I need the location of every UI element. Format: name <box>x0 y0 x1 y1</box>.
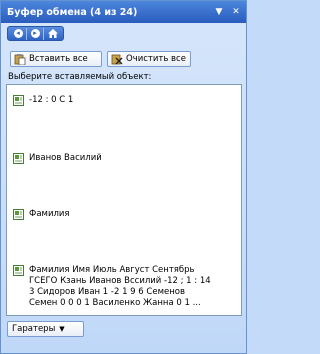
clipboard-task-pane: Буфер обмена (4 из 24) ▼ ✕ ◂ ▸ Вставить … <box>0 0 247 354</box>
home-icon <box>47 29 58 38</box>
clear-all-button[interactable]: Очистить все <box>107 51 191 67</box>
clipboard-items-list: -12 : 0 С 1 Иванов Василий Фамилия Фамил… <box>6 84 242 316</box>
paste-icon <box>14 53 26 65</box>
word-document-icon <box>13 209 24 220</box>
task-pane-navigation: ◂ ▸ <box>7 26 64 41</box>
home-button[interactable] <box>44 28 61 40</box>
clipboard-item-text: Иванов Василий <box>29 153 102 163</box>
options-dropdown-button[interactable]: Гаратеры ▼ <box>7 321 84 337</box>
paste-prompt: Выберите вставляемый объект: <box>8 72 152 82</box>
word-document-icon <box>13 265 24 276</box>
clear-clipboard-icon <box>111 54 123 64</box>
dropdown-arrow-icon[interactable]: ▼ <box>212 5 226 19</box>
word-document-icon <box>13 153 24 164</box>
options-label: Гаратеры <box>12 324 56 334</box>
task-pane-title-bar: Буфер обмена (4 из 24) ▼ ✕ <box>1 1 246 23</box>
chevron-down-icon: ▼ <box>59 325 65 333</box>
clipboard-item[interactable]: Фамилия Имя Июль Август Сентябрь ГСЕГО К… <box>13 265 236 309</box>
paste-all-label: Вставить все <box>29 54 88 64</box>
word-document-icon <box>13 95 24 106</box>
clipboard-item[interactable]: Иванов Василий <box>13 153 102 164</box>
forward-arrow-icon: ▸ <box>30 29 40 38</box>
clipboard-item-text: Фамилия <box>29 209 70 219</box>
paste-all-button[interactable]: Вставить все <box>10 51 102 67</box>
task-pane-title: Буфер обмена (4 из 24) <box>7 6 138 18</box>
clipboard-item[interactable]: Фамилия <box>13 209 70 220</box>
close-icon[interactable]: ✕ <box>229 5 243 19</box>
back-button[interactable]: ◂ <box>10 27 27 40</box>
clipboard-item-text: Фамилия Имя Июль Август Сентябрь ГСЕГО К… <box>29 265 211 308</box>
clipboard-item-text: -12 : 0 С 1 <box>29 95 74 105</box>
clear-all-label: Очистить все <box>126 54 186 64</box>
clipboard-item[interactable]: -12 : 0 С 1 <box>13 95 73 106</box>
back-arrow-icon: ◂ <box>13 29 23 38</box>
forward-button[interactable]: ▸ <box>27 27 44 40</box>
